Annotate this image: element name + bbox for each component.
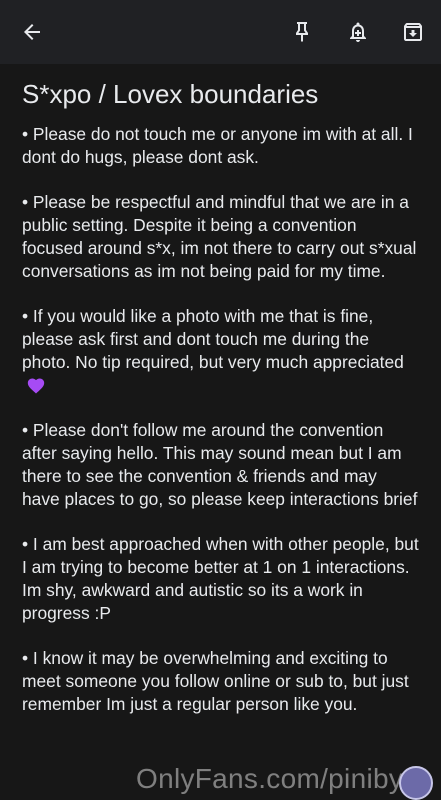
boundary-paragraph: • I know it may be overwhelming and exci… (22, 648, 409, 714)
boundary-paragraph: • Please don't follow me around the conv… (22, 420, 418, 509)
purple-heart-icon (27, 378, 45, 394)
bell-add-icon (350, 22, 366, 42)
pin-icon (296, 22, 308, 42)
note-title[interactable]: S*xpo / Lovex boundaries (0, 64, 441, 110)
watermark-text: OnlyFans.com/piniby (136, 763, 404, 794)
note-content[interactable]: S*xpo / Lovex boundaries • Please do not… (0, 64, 441, 800)
reminder-button[interactable] (338, 12, 378, 52)
boundary-paragraph-text: • If you would like a photo with me that… (22, 306, 404, 372)
boundary-paragraph: • Please be respectful and mindful that … (22, 192, 417, 281)
back-button[interactable] (12, 12, 52, 52)
note-editor-screen: S*xpo / Lovex boundaries • Please do not… (0, 0, 441, 800)
boundary-paragraph: • If you would like a photo with me that… (22, 305, 419, 397)
pin-button[interactable] (282, 12, 322, 52)
note-body[interactable]: • Please do not touch me or anyone im wi… (0, 110, 441, 716)
arrow-left-icon (24, 24, 40, 40)
archive-button[interactable] (393, 12, 433, 52)
avatar (399, 766, 433, 800)
boundary-paragraph: • I am best approached when with other p… (22, 534, 419, 623)
top-toolbar (0, 0, 441, 64)
boundary-paragraph: • Please do not touch me or anyone im wi… (22, 124, 413, 167)
archive-icon (404, 23, 422, 41)
